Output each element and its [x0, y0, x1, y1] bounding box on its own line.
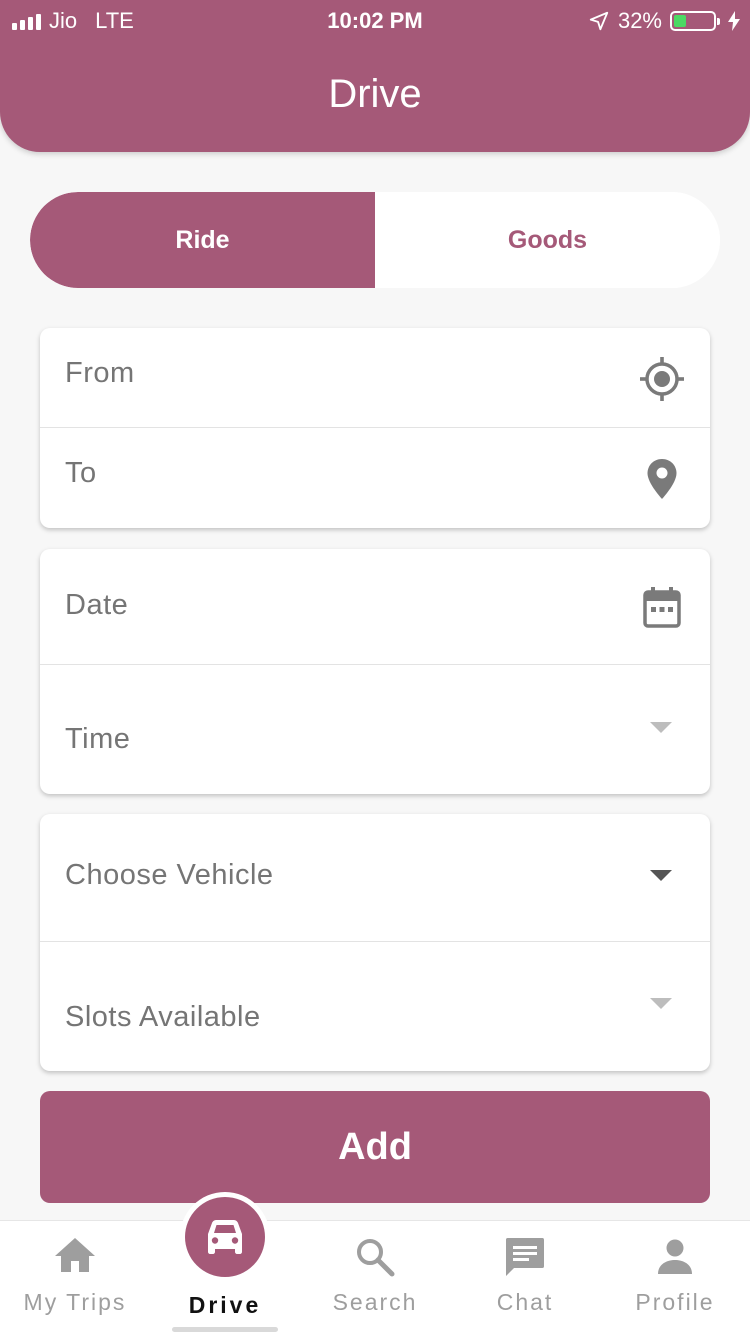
nav-search[interactable]: Search — [300, 1221, 450, 1334]
car-icon — [208, 1220, 242, 1254]
tab-ride[interactable]: Ride — [30, 192, 375, 288]
vehicle-card: Choose Vehicle Slots Available — [40, 814, 710, 1071]
nav-label-my-trips: My Trips — [23, 1289, 127, 1315]
nav-label-drive: Drive — [188, 1292, 262, 1318]
map-pin-icon — [647, 459, 677, 499]
battery-level — [674, 15, 687, 27]
nav-label-search: Search — [332, 1289, 418, 1315]
nav-profile[interactable]: Profile — [600, 1221, 750, 1334]
app-header: Jio LTE 10:02 PM 32% Drive — [0, 0, 750, 152]
page-title: Drive — [328, 72, 422, 116]
dropdown-arrow-icon — [650, 722, 672, 733]
ride-goods-toggle: Ride Goods — [30, 192, 720, 288]
slots-available-dropdown[interactable]: Slots Available — [40, 942, 710, 1071]
nav-label-profile: Profile — [635, 1289, 715, 1315]
gps-target-icon[interactable] — [639, 356, 685, 402]
drive-fab[interactable] — [185, 1197, 265, 1277]
date-placeholder: Date — [65, 589, 129, 621]
person-icon — [658, 1239, 692, 1274]
to-field[interactable]: To — [40, 428, 710, 528]
schedule-card: Date Time — [40, 549, 710, 794]
route-card: From To — [40, 328, 710, 528]
chevron-down-icon — [650, 870, 672, 881]
nav-chat[interactable]: Chat — [450, 1221, 600, 1334]
from-placeholder: From — [65, 357, 135, 389]
time-field[interactable]: Time — [40, 665, 710, 794]
nav-drive[interactable] — [180, 1192, 270, 1282]
chat-icon — [506, 1238, 544, 1276]
home-indicator — [172, 1327, 278, 1332]
vehicle-placeholder: Choose Vehicle — [65, 859, 274, 891]
date-field[interactable]: Date — [40, 549, 710, 665]
tab-goods[interactable]: Goods — [375, 192, 720, 288]
battery-icon — [670, 11, 720, 31]
calendar-icon[interactable] — [643, 586, 681, 628]
slots-placeholder: Slots Available — [65, 1001, 261, 1033]
to-placeholder: To — [65, 457, 97, 489]
search-icon — [357, 1239, 395, 1277]
from-field[interactable]: From — [40, 328, 710, 428]
nav-label-chat: Chat — [496, 1289, 554, 1315]
chevron-down-icon — [650, 998, 672, 1009]
home-icon — [55, 1238, 95, 1272]
battery-percent: 32% — [617, 8, 662, 33]
location-arrow-icon — [589, 11, 609, 31]
status-bar: Jio LTE 10:02 PM 32% — [0, 0, 750, 40]
choose-vehicle-dropdown[interactable]: Choose Vehicle — [40, 814, 710, 942]
add-button[interactable]: Add — [40, 1091, 710, 1203]
charging-bolt-icon — [728, 11, 740, 31]
bottom-nav: My Trips Search Chat Profile — [0, 1220, 750, 1334]
time-placeholder: Time — [65, 723, 131, 755]
nav-my-trips[interactable]: My Trips — [0, 1221, 150, 1334]
